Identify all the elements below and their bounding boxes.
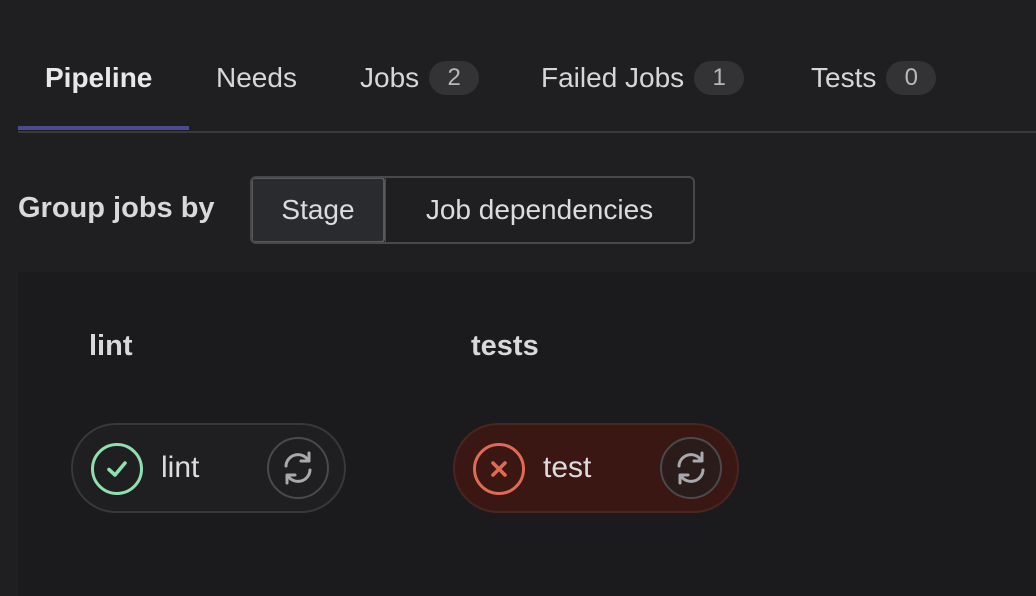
- job-test[interactable]: test: [453, 423, 739, 513]
- tab-needs[interactable]: Needs: [216, 55, 297, 101]
- group-by-toggle: Stage Job dependencies: [250, 176, 695, 244]
- group-jobs-by-label: Group jobs by: [18, 192, 215, 224]
- check-icon: [91, 443, 143, 495]
- tab-jobs[interactable]: Jobs 2: [360, 55, 480, 101]
- stage-title: tests: [471, 330, 539, 362]
- group-by-dependencies-button[interactable]: Job dependencies: [385, 178, 693, 242]
- tab-label: Jobs: [360, 62, 420, 93]
- retry-icon[interactable]: [660, 437, 722, 499]
- tab-tests[interactable]: Tests 0: [811, 55, 937, 101]
- tab-pipeline[interactable]: Pipeline: [45, 55, 152, 101]
- count-badge: 0: [886, 61, 937, 95]
- pipeline-tabs: Pipeline Needs Jobs 2 Failed Jobs 1 Test…: [18, 0, 1036, 133]
- job-lint[interactable]: lint: [71, 423, 346, 513]
- tab-label: Pipeline: [45, 62, 153, 93]
- tab-failed-jobs[interactable]: Failed Jobs 1: [541, 55, 745, 101]
- count-badge: 1: [694, 61, 745, 95]
- job-name: lint: [161, 451, 200, 484]
- tab-label: Needs: [216, 62, 297, 93]
- retry-icon[interactable]: [267, 437, 329, 499]
- stage-title: lint: [89, 330, 133, 362]
- close-icon: [473, 443, 525, 495]
- tab-label: Tests: [811, 62, 877, 93]
- count-badge: 2: [429, 61, 480, 95]
- job-name: test: [543, 451, 592, 484]
- tab-label: Failed Jobs: [541, 62, 685, 93]
- group-by-stage-button[interactable]: Stage: [252, 178, 385, 242]
- active-tab-indicator: [18, 126, 189, 130]
